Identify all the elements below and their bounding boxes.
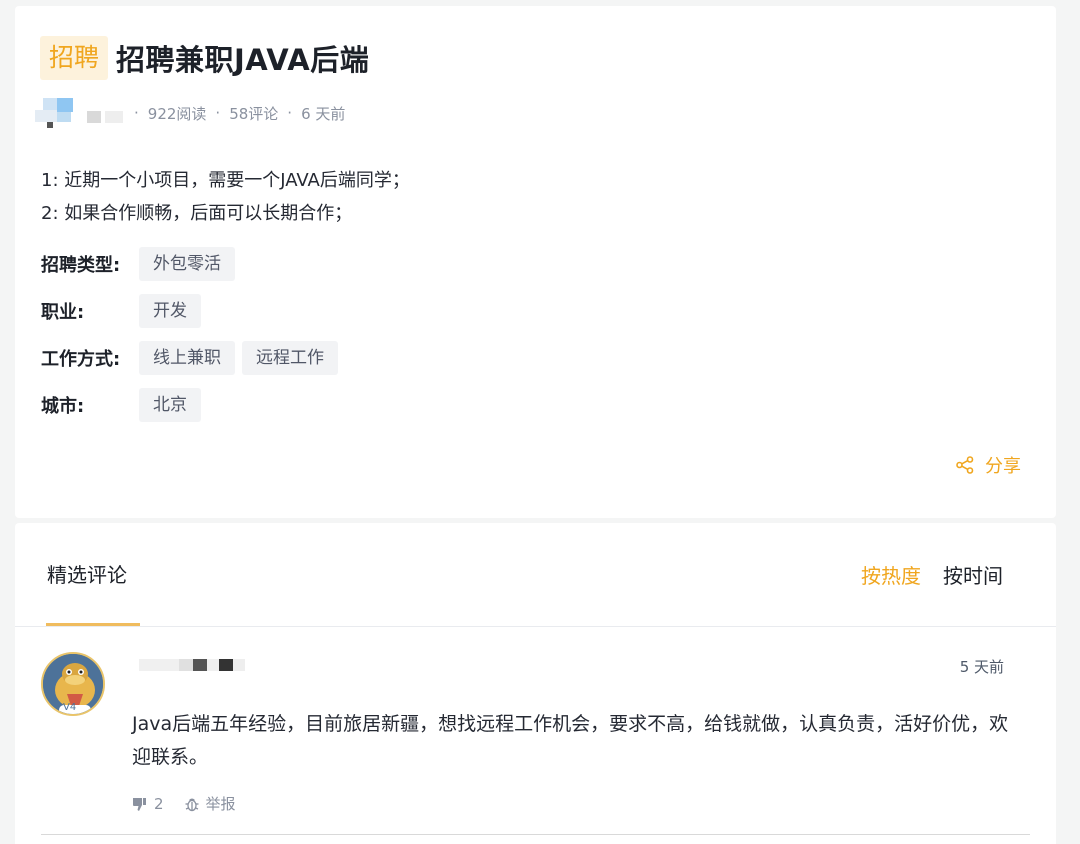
author-avatar[interactable] [35,98,125,128]
sort-by-hot-button[interactable]: 按热度 [861,560,921,589]
content-line: 2: 如果合作顺畅，后面可以长期合作； [41,203,353,224]
meta-separator: · [287,104,293,122]
info-row-type: 招聘类型: 外包零活 [41,240,345,287]
comment-text: Java后端五年经验，目前旅居新疆，想找远程工作机会，要求不高，给钱就做，认真负… [132,713,1009,768]
tab-active-indicator [46,623,140,626]
info-row-work: 工作方式: 线上兼职 远程工作 [41,334,345,381]
info-row-city: 城市: 北京 [41,381,345,428]
read-count: 922阅读 [147,104,207,123]
dislike-button[interactable]: 2 [132,795,164,813]
info-chip[interactable]: 北京 [139,387,201,422]
info-chip[interactable]: 开发 [139,293,201,328]
comment-divider [41,834,1030,835]
comment-time: 5 天前 [959,658,1004,676]
tab-featured-comments[interactable]: 精选评论 [47,559,127,588]
share-icon [956,456,974,474]
post-meta: · 922阅读 · 58评论 · 6 天前 [35,98,345,128]
report-button[interactable]: 举报 [184,793,236,814]
category-tag[interactable]: 招聘 [40,36,109,80]
meta-separator: · [134,104,139,122]
bug-icon [185,798,199,811]
comments-card: 精选评论 按热度 按时间 V4 5 天前 Java后端五年经验，目前旅居新疆，想… [15,523,1056,844]
post-content: 1: 近期一个小项目，需要一个JAVA后端同学； 2: 如果合作顺畅，后面可以长… [41,164,410,230]
meta-separator: · [215,104,221,122]
thumbs-down-icon [133,797,146,811]
info-label: 工作方式: [41,348,121,370]
post-card: 招聘 招聘兼职JAVA后端 · 922阅读 · 58评论 · 6 天前 1: 近… [15,6,1056,518]
info-row-job: 职业: 开发 [41,287,345,334]
post-time: 6 天前 [301,104,346,123]
info-label: 职业: [41,301,85,323]
comment-count[interactable]: 58评论 [229,103,278,124]
info-label: 招聘类型: [41,254,121,276]
sort-by-time-button[interactable]: 按时间 [943,560,1003,589]
job-info: 招聘类型: 外包零活 职业: 开发 工作方式: 线上兼职 远程工作 城市: 北京 [41,240,345,428]
post-title-row: 招聘 招聘兼职JAVA后端 [40,36,369,80]
commenter-avatar[interactable]: V4 [41,652,105,716]
info-chip[interactable]: 外包零活 [139,246,235,281]
post-title: 招聘兼职JAVA后端 [116,43,370,77]
share-button[interactable]: 分享 [955,452,1021,478]
dislike-count: 2 [154,794,164,813]
info-chip[interactable]: 线上兼职 [139,340,235,375]
share-label: 分享 [985,456,1021,477]
info-label: 城市: [41,395,85,417]
comments-header: 精选评论 按热度 按时间 [15,523,1056,627]
report-label: 举报 [205,795,236,813]
level-badge: V4 [63,702,77,713]
content-line: 1: 近期一个小项目，需要一个JAVA后端同学； [41,170,410,191]
commenter-name[interactable] [139,659,249,673]
comment-actions: 2 举报 [132,793,256,814]
info-chip[interactable]: 远程工作 [242,340,338,375]
